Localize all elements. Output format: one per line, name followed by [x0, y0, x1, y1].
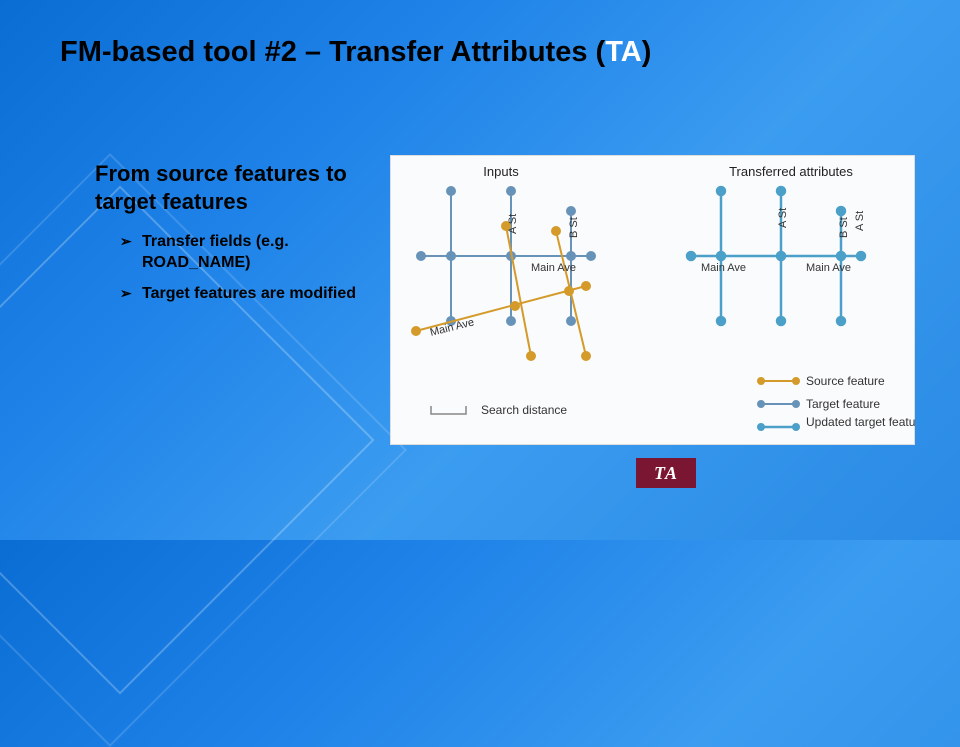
label-a-st-right: A St	[777, 208, 789, 228]
legend-updated: Updated target feature	[757, 415, 916, 431]
svg-text:Search distance: Search distance	[481, 403, 567, 417]
legend-search-distance: Search distance	[431, 403, 567, 417]
svg-text:Updated target feature: Updated target feature	[806, 415, 916, 429]
label-main-ave-right-2: Main Ave	[806, 262, 851, 274]
label-a-st-far-right: A St	[854, 211, 866, 231]
label-main-ave-left-blue: Main Ave	[531, 262, 576, 274]
label-main-ave-right-1: Main Ave	[701, 262, 746, 274]
svg-text:Target feature: Target feature	[806, 397, 880, 411]
bullet-item: Transfer fields (e.g. ROAD_NAME)	[120, 232, 370, 274]
right-panel-title: Transferred attributes	[729, 164, 853, 179]
title-abbr: TA	[605, 36, 642, 68]
svg-text:Source feature: Source feature	[806, 374, 885, 388]
title-suffix: )	[642, 36, 652, 68]
legend-target: Target feature	[757, 397, 880, 411]
slide-title: FM-based tool #2 – Transfer Attributes (…	[60, 36, 651, 69]
source-lines-left	[412, 222, 590, 360]
bullet-item: Target features are modified	[120, 284, 370, 305]
left-panel-title: Inputs	[483, 164, 519, 179]
target-lines-left	[417, 187, 595, 325]
ta-badge: TA	[636, 458, 696, 488]
label-b-st-left: B St	[568, 217, 580, 238]
label-b-st-right: B St	[838, 217, 850, 238]
diagram-svg: Inputs Transferred attributes	[391, 156, 916, 446]
bullet-list: Transfer fields (e.g. ROAD_NAME) Target …	[120, 232, 370, 314]
legend-source: Source feature	[757, 374, 885, 388]
updated-lines-right	[687, 187, 865, 325]
subtitle: From source features to target features	[95, 160, 375, 215]
title-prefix: FM-based tool #2 – Transfer Attributes (	[60, 36, 605, 68]
diagram-figure: Inputs Transferred attributes	[390, 155, 915, 445]
label-a-st-left: A St	[507, 214, 519, 234]
